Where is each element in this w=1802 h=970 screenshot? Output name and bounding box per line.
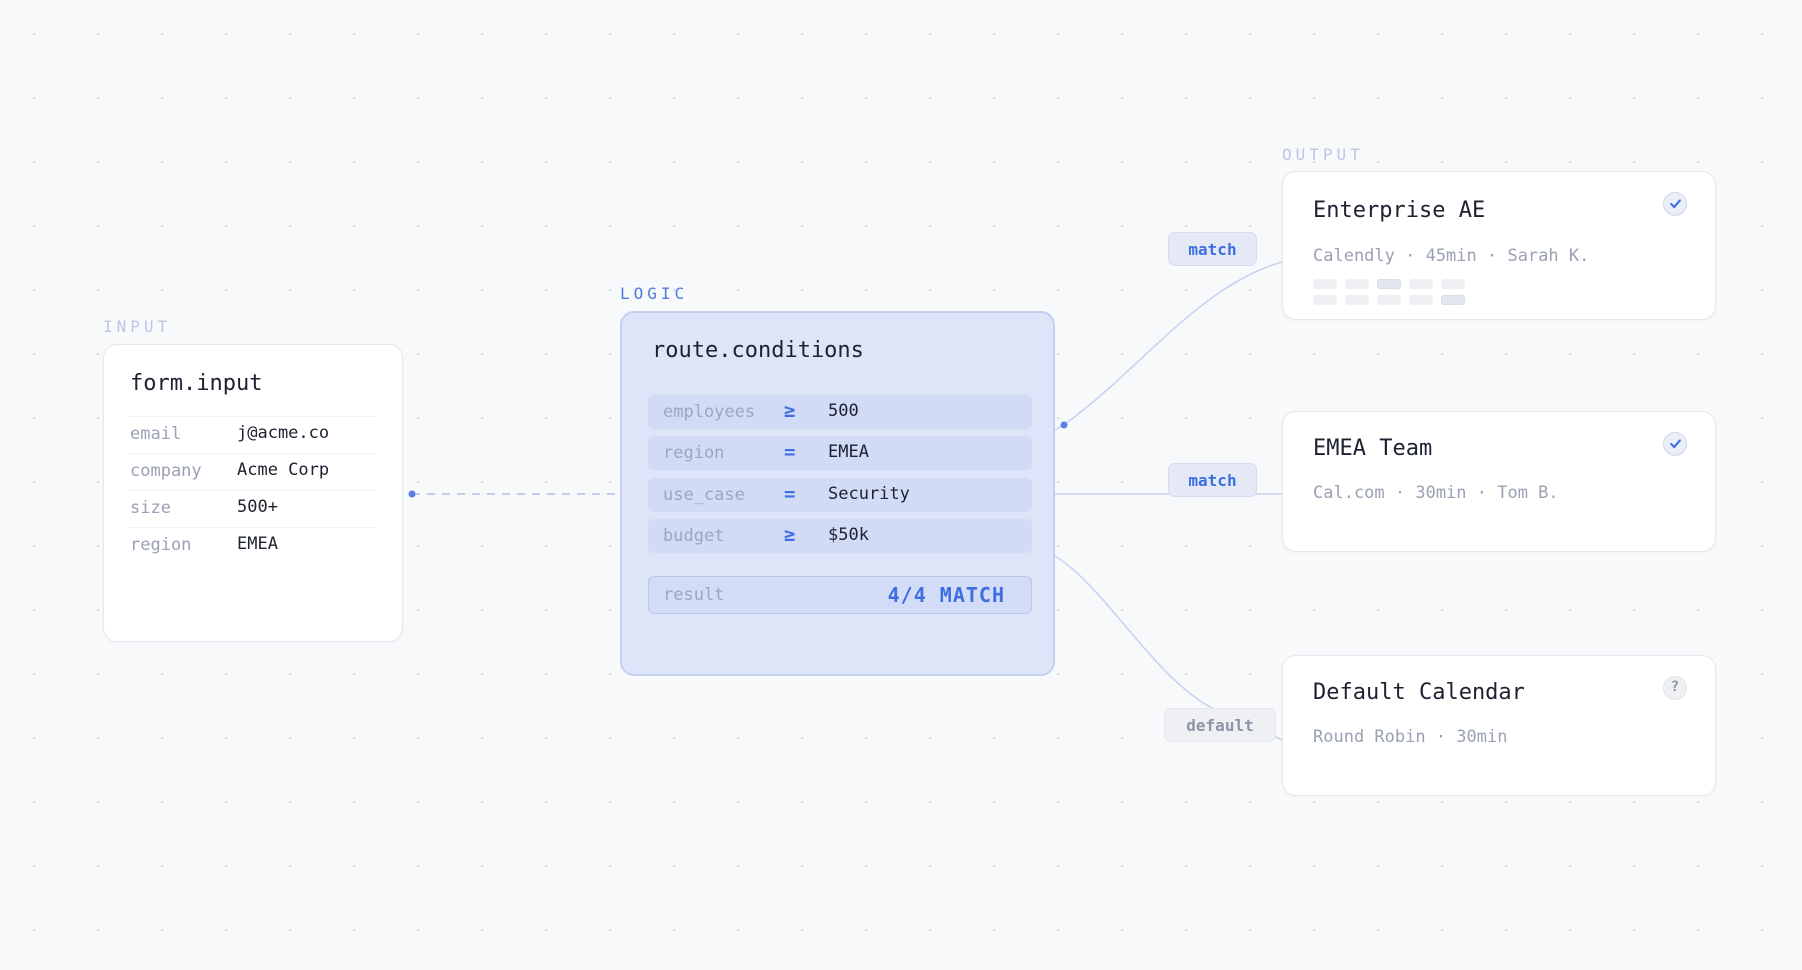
condition-field: region	[663, 443, 725, 463]
condition-operator: =	[784, 441, 796, 463]
logic-out-port	[1060, 421, 1068, 429]
condition-field: use_case	[663, 485, 745, 505]
output-card-title: Default Calendar	[1313, 680, 1525, 705]
field-key: region	[130, 535, 192, 555]
output-section-label: OUTPUT	[1282, 145, 1364, 164]
output-card-default[interactable]: Default Calendar Round Robin · 30min ?	[1282, 655, 1716, 796]
condition-field: budget	[663, 526, 725, 546]
calendar-slot	[1313, 279, 1337, 289]
field-value: EMEA	[237, 534, 278, 554]
input-port	[408, 490, 416, 498]
condition-operator: ≥	[784, 400, 796, 422]
condition-field: employees	[663, 402, 756, 422]
logic-section-label: LOGIC	[620, 284, 689, 303]
calendar-slot	[1377, 279, 1401, 289]
input-card-title: form.input	[130, 371, 263, 396]
calendar-slot	[1345, 295, 1369, 305]
logic-to-enterprise-edge	[1054, 261, 1283, 431]
input-field-row: email j@acme.co	[130, 416, 374, 453]
calendar-slot	[1441, 295, 1465, 305]
condition-operator: ≥	[784, 524, 796, 546]
calendar-slot	[1377, 295, 1401, 305]
logic-card[interactable]: route.conditions employees ≥ 500 region …	[620, 311, 1055, 676]
calendar-slot	[1313, 295, 1337, 305]
output-card-meta: Round Robin · 30min	[1313, 727, 1508, 747]
field-value: 500+	[237, 497, 278, 517]
calendar-slot	[1409, 279, 1433, 289]
input-card[interactable]: form.input email j@acme.co company Acme …	[103, 344, 403, 642]
check-icon	[1663, 192, 1687, 216]
check-icon	[1663, 432, 1687, 456]
condition-row: region = EMEA	[648, 436, 1032, 470]
condition-row: employees ≥ 500	[648, 395, 1032, 429]
condition-operator: =	[784, 483, 796, 505]
field-value: j@acme.co	[237, 423, 330, 443]
input-field-row: company Acme Corp	[130, 453, 374, 490]
condition-row: use_case = Security	[648, 478, 1032, 512]
result-value: 4/4 MATCH	[887, 583, 1005, 607]
field-value: Acme Corp	[237, 460, 330, 480]
field-key: email	[130, 424, 182, 444]
output-card-emea[interactable]: EMEA Team Cal.com · 30min · Tom B.	[1282, 411, 1716, 552]
result-row: result 4/4 MATCH	[648, 576, 1032, 614]
output-card-meta: Calendly · 45min · Sarah K.	[1313, 246, 1590, 266]
condition-row: budget ≥ $50k	[648, 519, 1032, 553]
input-field-row: size 500+	[130, 490, 374, 527]
input-section-label: INPUT	[103, 317, 172, 336]
condition-value: Security	[828, 484, 910, 504]
calendar-slot	[1345, 279, 1369, 289]
result-label: result	[663, 585, 725, 605]
input-field-row: region EMEA	[130, 527, 374, 564]
condition-value: EMEA	[828, 442, 869, 462]
logic-card-title: route.conditions	[652, 338, 864, 363]
field-key: size	[130, 498, 171, 518]
edge-badge-emea[interactable]: match	[1168, 463, 1257, 497]
condition-value: 500	[828, 401, 859, 421]
edge-badge-default[interactable]: default	[1164, 708, 1276, 742]
calendar-slot	[1409, 295, 1433, 305]
calendar-slot	[1441, 279, 1465, 289]
condition-value: $50k	[828, 525, 869, 545]
output-card-meta: Cal.com · 30min · Tom B.	[1313, 483, 1559, 503]
output-card-title: EMEA Team	[1313, 436, 1433, 461]
output-card-enterprise[interactable]: Enterprise AE Calendly · 45min · Sarah K…	[1282, 171, 1716, 320]
edge-badge-enterprise[interactable]: match	[1168, 232, 1257, 266]
output-card-title: Enterprise AE	[1313, 198, 1486, 223]
question-icon: ?	[1663, 676, 1687, 700]
field-key: company	[130, 461, 202, 481]
